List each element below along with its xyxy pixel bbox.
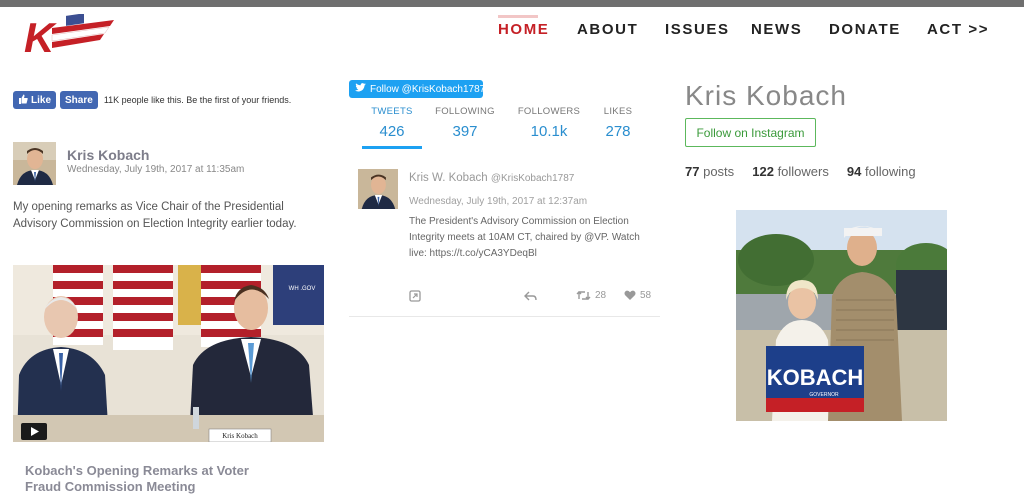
facebook-post-avatar[interactable] bbox=[13, 142, 56, 185]
instagram-followers-label: followers bbox=[777, 164, 829, 179]
twitter-follow-button[interactable]: Follow @KrisKobach1787 bbox=[349, 80, 486, 98]
likes-label: LIKES bbox=[603, 106, 633, 117]
heart-icon bbox=[624, 290, 636, 300]
followers-count: 10.1k bbox=[530, 123, 568, 140]
thumbs-up-icon bbox=[18, 94, 28, 107]
retweet-icon bbox=[576, 291, 591, 300]
instagram-posts-label: posts bbox=[703, 164, 735, 179]
like-count: 58 bbox=[640, 290, 652, 301]
like-button[interactable]: 58 bbox=[624, 290, 651, 301]
top-gray-bar bbox=[0, 0, 1024, 7]
tweet-share-icon[interactable] bbox=[409, 290, 421, 305]
tweets-count: 426 bbox=[379, 123, 405, 140]
kobach-logo[interactable]: K bbox=[22, 14, 118, 58]
instagram-following-label: following bbox=[865, 164, 916, 179]
nav-donate[interactable]: DONATE bbox=[829, 21, 901, 38]
tab-tweets[interactable]: TWEETS 426 bbox=[363, 106, 421, 140]
nav-home-label: HOME bbox=[498, 21, 550, 38]
play-icon bbox=[31, 427, 39, 436]
twitter-follow-label: Follow @KrisKobach1787 bbox=[370, 83, 486, 95]
facebook-like-bar: Like Share 11K people like this. Be the … bbox=[13, 91, 291, 109]
tweet-author-handle: @KrisKobach1787 bbox=[490, 173, 575, 184]
instagram-photo-scene: KOBACH GOVERNOR bbox=[736, 210, 947, 421]
facebook-post-author[interactable]: Kris Kobach bbox=[67, 147, 149, 163]
facebook-post-text: My opening remarks as Vice Chair of the … bbox=[13, 201, 297, 230]
following-label: FOLLOWING bbox=[435, 106, 495, 117]
reply-icon[interactable] bbox=[524, 291, 537, 305]
nav-home[interactable]: HOME bbox=[498, 15, 550, 38]
tab-likes[interactable]: LIKES 278 bbox=[598, 106, 638, 140]
nav-issues[interactable]: ISSUES bbox=[665, 21, 730, 38]
retweet-count: 28 bbox=[595, 290, 607, 301]
facebook-post-date[interactable]: Wednesday, July 19th, 2017 at 11:35am bbox=[67, 164, 244, 175]
tab-following[interactable]: FOLLOWING 397 bbox=[433, 106, 497, 140]
instagram-followers-count: 122 bbox=[752, 164, 774, 179]
nav-act[interactable]: ACT >> bbox=[927, 21, 989, 38]
sign-text: KOBACH bbox=[767, 365, 864, 390]
video-caption[interactable]: Kobach's Opening Remarks at Voter Fraud … bbox=[25, 463, 285, 495]
play-button[interactable] bbox=[21, 423, 47, 440]
twitter-bird-icon bbox=[355, 83, 366, 95]
instagram-follow-button[interactable]: Follow on Instagram bbox=[685, 118, 816, 147]
logo-letter: K bbox=[24, 14, 57, 58]
tweet-text: The President's Advisory Commission on E… bbox=[409, 216, 640, 259]
followers-label: FOLLOWERS bbox=[517, 106, 581, 117]
likes-count: 278 bbox=[605, 123, 631, 140]
tweets-label: TWEETS bbox=[371, 106, 413, 117]
tweet-author-name: Kris W. Kobach bbox=[409, 172, 488, 184]
tweet-date[interactable]: Wednesday, July 19th, 2017 at 12:37am bbox=[409, 196, 587, 207]
following-count: 397 bbox=[452, 123, 478, 140]
video-scene: Kris Kobach WH .GOV bbox=[13, 265, 324, 442]
retweet-button[interactable]: 28 bbox=[576, 290, 606, 301]
instagram-profile-name[interactable]: Kris Kobach bbox=[685, 80, 847, 112]
instagram-stats: 77 posts 122 followers 94 following bbox=[685, 164, 916, 179]
facebook-share-button[interactable]: Share bbox=[60, 91, 98, 109]
site-header: K HOME ABOUT ISSUES NEWS DONATE ACT >> bbox=[0, 7, 1024, 58]
video-corner-logo: WH .GOV bbox=[289, 286, 316, 292]
tweet-author[interactable]: Kris W. Kobach @KrisKobach1787 bbox=[409, 172, 574, 184]
facebook-video-thumbnail[interactable]: Kris Kobach WH .GOV bbox=[13, 265, 324, 442]
instagram-following-count: 94 bbox=[846, 164, 862, 179]
tweet-divider bbox=[349, 316, 660, 317]
instagram-post-photo[interactable]: KOBACH GOVERNOR bbox=[736, 210, 947, 421]
facebook-like-button[interactable]: Like bbox=[13, 91, 57, 109]
nav-about[interactable]: ABOUT bbox=[577, 21, 638, 38]
tweet-actions: 28 58 bbox=[409, 290, 659, 304]
facebook-like-count: 11K people like this. Be the first of yo… bbox=[103, 95, 292, 105]
facebook-like-label: Like bbox=[31, 94, 52, 106]
tweet-avatar[interactable] bbox=[358, 169, 398, 209]
instagram-posts-count: 77 bbox=[685, 164, 700, 179]
nav-active-indicator bbox=[498, 15, 538, 18]
sign-subtext: GOVERNOR bbox=[809, 392, 839, 398]
twitter-active-tab-indicator bbox=[362, 146, 422, 149]
video-nameplate: Kris Kobach bbox=[222, 432, 258, 440]
tab-followers[interactable]: FOLLOWERS 10.1k bbox=[516, 106, 582, 140]
logo-flag-stripes bbox=[51, 14, 114, 48]
nav-news[interactable]: NEWS bbox=[751, 21, 802, 38]
